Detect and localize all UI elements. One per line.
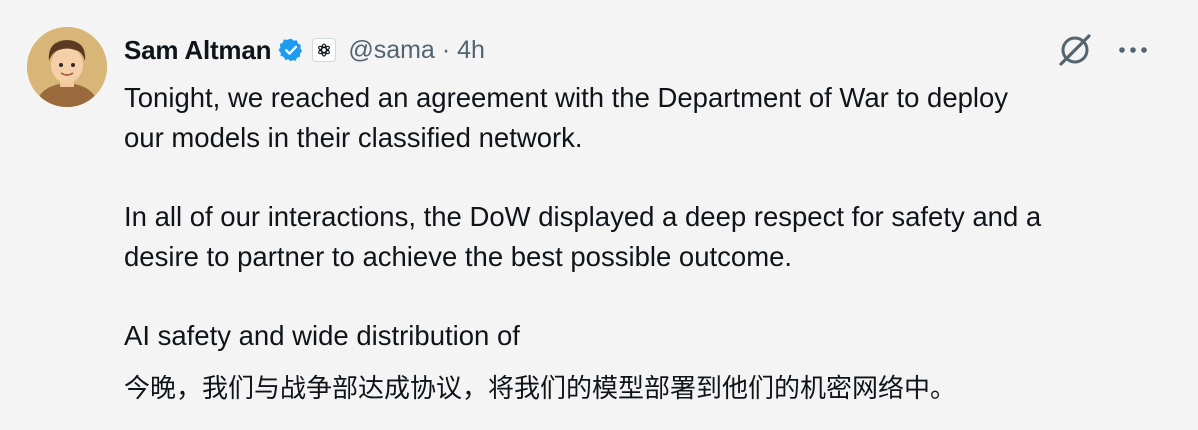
more-options-icon[interactable]: [1118, 46, 1148, 54]
post-text-line: In all of our interactions, the DoW disp…: [124, 201, 1042, 232]
post-text-line: desire to partner to achieve the best po…: [124, 241, 793, 272]
separator-dot: ·: [441, 35, 451, 64]
author-name[interactable]: Sam Altman: [124, 35, 272, 66]
openai-logo-icon[interactable]: [312, 38, 337, 62]
grok-icon[interactable]: [1056, 31, 1094, 69]
post-text-line: Tonight, we reached an agreement with th…: [124, 82, 1009, 113]
post-text-line: AI safety and wide distribution of: [124, 320, 520, 351]
verified-badge-icon[interactable]: [278, 37, 304, 63]
post-header: Sam Altman @sama · 4h: [124, 30, 485, 70]
post-card[interactable]: Sam Altman @sama · 4h Tonight, we reache…: [0, 0, 1198, 430]
post-translation: 今晚，我们与战争部达成协议，将我们的模型部署到他们的机密网络中。: [124, 374, 957, 404]
post-timestamp[interactable]: 4h: [457, 36, 485, 65]
author-avatar[interactable]: [27, 27, 107, 107]
header-actions: [1056, 30, 1148, 70]
post-text-line: our models in their classified network.: [124, 122, 583, 153]
author-handle[interactable]: @sama: [348, 36, 435, 65]
